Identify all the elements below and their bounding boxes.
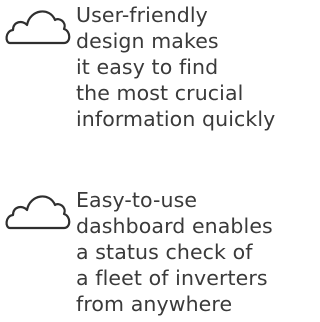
feature-line: Easy-to-use <box>76 188 198 212</box>
feature-line: a fleet of inverters <box>76 266 268 290</box>
feature-line: it easy to find <box>76 55 219 79</box>
feature-line: information quickly <box>76 107 276 131</box>
feature-line: from anywhere <box>76 292 233 316</box>
feature-line: design makes <box>76 29 219 53</box>
feature-line: a status check of <box>76 240 253 264</box>
feature-line: the most crucial <box>76 81 244 105</box>
feature-description: User-friendly design makes it easy to fi… <box>76 2 275 132</box>
feature-line: User-friendly <box>76 3 208 27</box>
feature-line: dashboard enables <box>76 214 273 238</box>
cloud-icon <box>5 195 71 230</box>
cloud-icon <box>5 10 71 45</box>
feature-description: Easy-to-use dashboard enables a status c… <box>76 187 273 317</box>
